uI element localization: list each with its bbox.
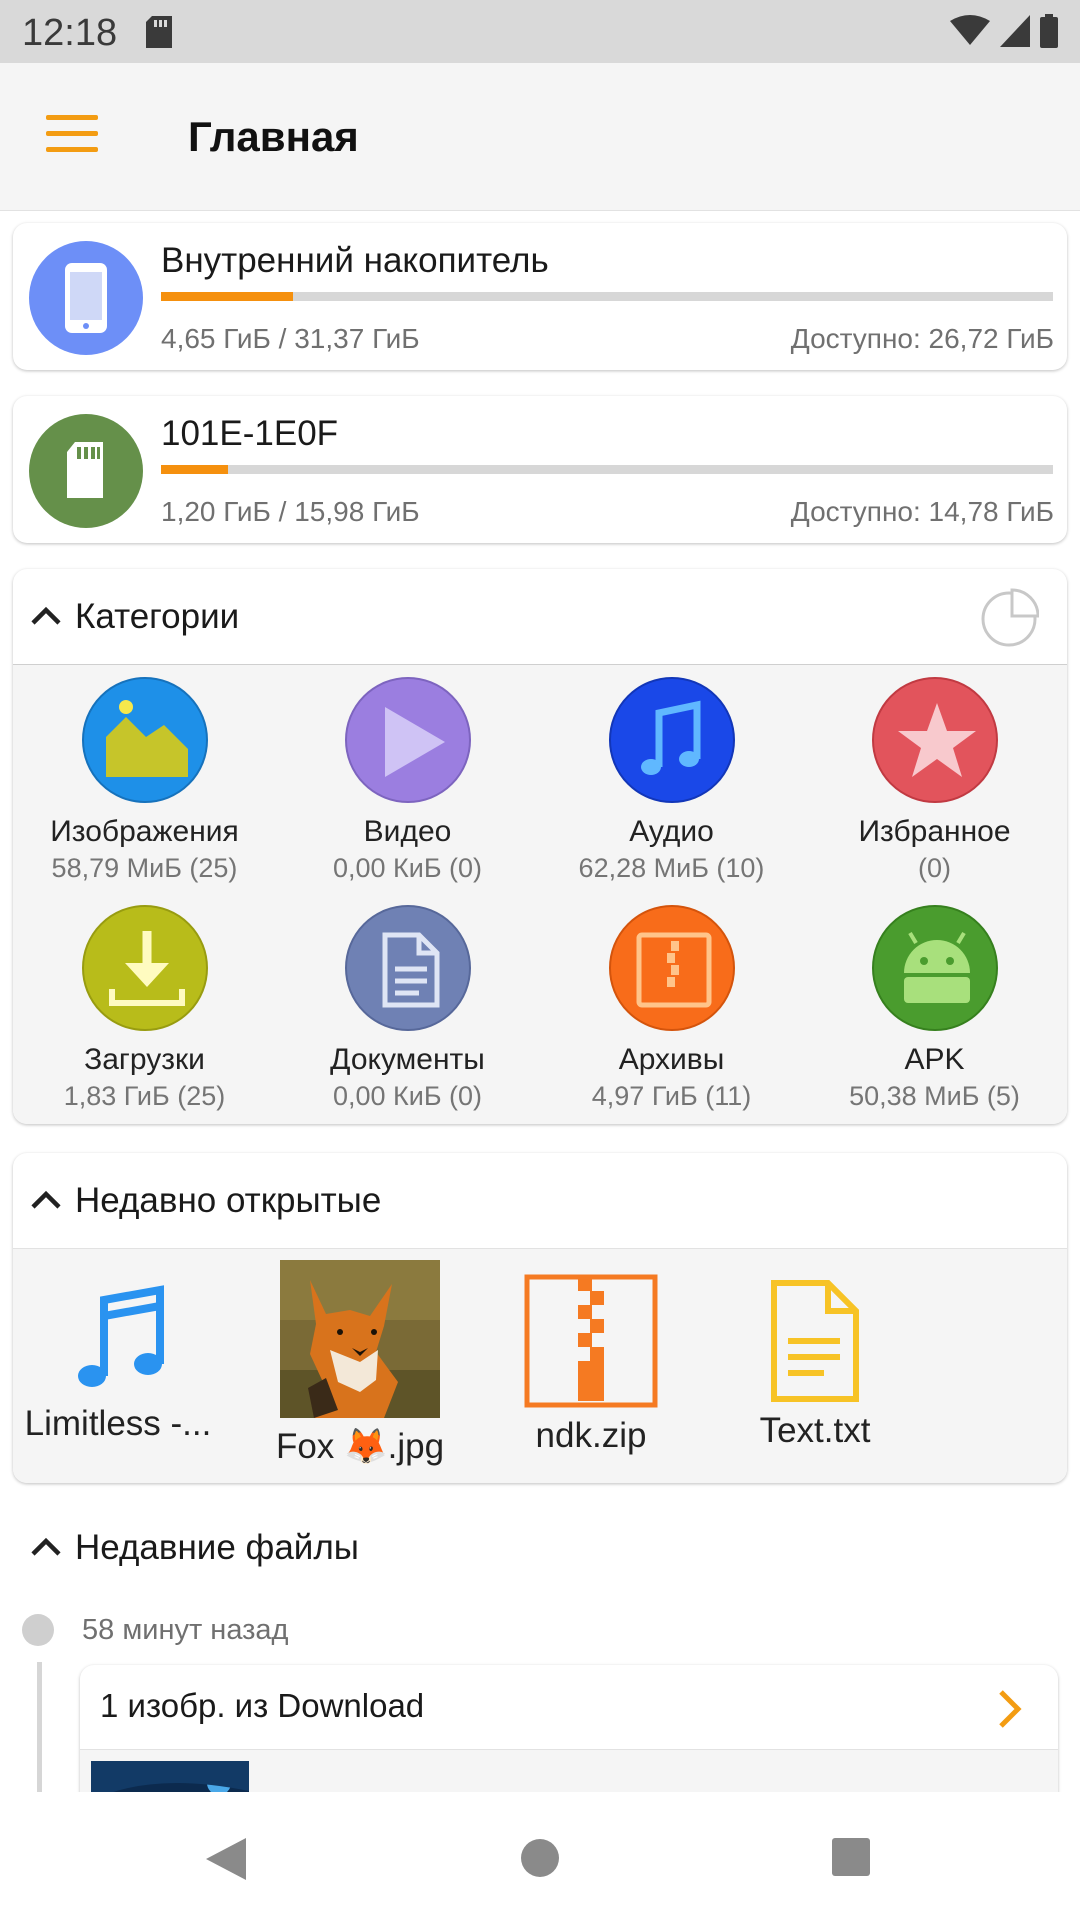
storage-used: 4,65 ГиБ / 31,37 ГиБ bbox=[161, 323, 420, 354]
category-name: Аудио bbox=[629, 815, 714, 848]
app-bar: Главная bbox=[0, 63, 1080, 211]
category-images[interactable]: Изображения 58,79 МиБ (25) bbox=[13, 677, 276, 884]
storage-used: 1,20 ГиБ / 15,98 ГиБ bbox=[161, 496, 420, 527]
sd-card-status-icon bbox=[146, 16, 172, 48]
phone-icon bbox=[29, 241, 143, 355]
category-name: Избранное bbox=[858, 815, 1011, 848]
music-note-icon bbox=[78, 1285, 164, 1387]
document-icon bbox=[344, 905, 471, 1031]
category-name: Видео bbox=[363, 815, 452, 848]
page-title: Главная bbox=[188, 113, 359, 160]
storage-card-internal[interactable]: Внутренний накопитель 4,65 ГиБ / 31,37 Г… bbox=[13, 223, 1067, 370]
text-file-icon bbox=[771, 1280, 859, 1402]
navigation-bar bbox=[0, 1792, 1080, 1920]
timeline-line bbox=[37, 1662, 42, 1792]
recent-group-title: 1 изобр. из Download bbox=[100, 1687, 425, 1724]
category-name: Изображения bbox=[50, 815, 239, 848]
recent-item[interactable]: Text.txt bbox=[715, 1261, 915, 1451]
category-size: 58,79 МиБ (25) bbox=[51, 853, 238, 883]
categories-card: Категории Изображения 58,79 МиБ (25) Вид… bbox=[13, 569, 1067, 1124]
back-icon[interactable] bbox=[204, 1836, 248, 1882]
status-time: 12:18 bbox=[22, 12, 118, 54]
pie-chart-icon[interactable] bbox=[979, 587, 1039, 647]
category-name: Документы bbox=[330, 1043, 485, 1076]
image-icon bbox=[81, 677, 208, 803]
archive-icon bbox=[608, 905, 735, 1031]
battery-icon bbox=[1040, 14, 1058, 48]
music-note-icon bbox=[608, 677, 735, 803]
storage-name: Внутренний накопитель bbox=[161, 241, 549, 280]
category-size: 62,28 МиБ (10) bbox=[578, 853, 765, 883]
recent-opened-header[interactable]: Недавно открытые bbox=[13, 1153, 1067, 1249]
recent-item-label: Fox 🦊.jpg bbox=[275, 1427, 445, 1466]
recent-files-title: Недавние файлы bbox=[75, 1528, 359, 1567]
categories-title: Категории bbox=[75, 597, 240, 636]
storage-available: Доступно: 26,72 ГиБ bbox=[790, 323, 1054, 354]
category-apk[interactable]: APK 50,38 МиБ (5) bbox=[803, 905, 1066, 1112]
status-bar: 12:18 bbox=[0, 0, 1080, 63]
recent-item-label: Text.txt bbox=[759, 1411, 871, 1450]
timeline-time: 58 минут назад bbox=[82, 1614, 289, 1646]
recents-icon[interactable] bbox=[832, 1838, 870, 1876]
chevron-up-icon[interactable] bbox=[29, 1183, 63, 1217]
storage-name: 101E-1E0F bbox=[161, 414, 339, 453]
storage-available: Доступно: 14,78 ГиБ bbox=[790, 496, 1054, 527]
storage-usage-bar bbox=[161, 292, 1053, 301]
recent-opened-card: Недавно открытые Limitless -... Fox 🦊.jp… bbox=[13, 1153, 1067, 1483]
category-video[interactable]: Видео 0,00 КиБ (0) bbox=[276, 677, 539, 884]
category-size: 0,00 КиБ (0) bbox=[332, 853, 483, 883]
recent-item-label: ndk.zip bbox=[535, 1416, 647, 1455]
sd-card-icon bbox=[29, 414, 143, 528]
chevron-up-icon[interactable] bbox=[29, 1530, 63, 1564]
chevron-right-icon[interactable] bbox=[996, 1687, 1024, 1731]
signal-icon bbox=[1000, 15, 1030, 47]
storage-usage-bar bbox=[161, 465, 1053, 474]
category-size: 4,97 ГиБ (11) bbox=[591, 1081, 752, 1111]
category-size: (0) bbox=[918, 853, 951, 883]
category-favorites[interactable]: Избранное (0) bbox=[803, 677, 1066, 884]
categories-grid: Изображения 58,79 МиБ (25) Видео 0,00 Ки… bbox=[13, 664, 1067, 1124]
category-downloads[interactable]: Загрузки 1,83 ГиБ (25) bbox=[13, 905, 276, 1112]
menu-icon[interactable] bbox=[46, 115, 98, 155]
category-size: 0,00 КиБ (0) bbox=[332, 1081, 483, 1111]
recent-files-header[interactable]: Недавние файлы bbox=[13, 1500, 1067, 1596]
star-icon bbox=[871, 677, 998, 803]
recent-item[interactable]: ndk.zip bbox=[491, 1261, 691, 1456]
category-name: Загрузки bbox=[84, 1043, 205, 1076]
category-size: 1,83 ГиБ (25) bbox=[63, 1081, 226, 1111]
category-audio[interactable]: Аудио 62,28 МиБ (10) bbox=[540, 677, 803, 884]
play-icon bbox=[344, 677, 471, 803]
category-name: APK bbox=[904, 1043, 965, 1076]
timeline-dot bbox=[22, 1614, 54, 1646]
recent-item[interactable]: Limitless -... bbox=[18, 1261, 218, 1444]
zip-icon bbox=[524, 1274, 658, 1408]
category-archives[interactable]: Архивы 4,97 ГиБ (11) bbox=[540, 905, 803, 1112]
wifi-icon bbox=[950, 15, 990, 45]
recent-opened-title: Недавно открытые bbox=[75, 1181, 382, 1220]
recent-item-label: Limitless -... bbox=[24, 1404, 212, 1443]
fox-thumbnail bbox=[280, 1260, 440, 1418]
android-icon bbox=[871, 905, 998, 1031]
recent-item[interactable]: Fox 🦊.jpg bbox=[260, 1260, 460, 1467]
category-name: Архивы bbox=[618, 1043, 725, 1076]
categories-header[interactable]: Категории bbox=[13, 569, 1067, 665]
storage-card-sd[interactable]: 101E-1E0F 1,20 ГиБ / 15,98 ГиБ Доступно:… bbox=[13, 396, 1067, 543]
download-icon bbox=[81, 905, 208, 1031]
category-size: 50,38 МиБ (5) bbox=[849, 1081, 1020, 1111]
chevron-up-icon[interactable] bbox=[29, 599, 63, 633]
category-documents[interactable]: Документы 0,00 КиБ (0) bbox=[276, 905, 539, 1112]
home-icon[interactable] bbox=[520, 1838, 560, 1878]
